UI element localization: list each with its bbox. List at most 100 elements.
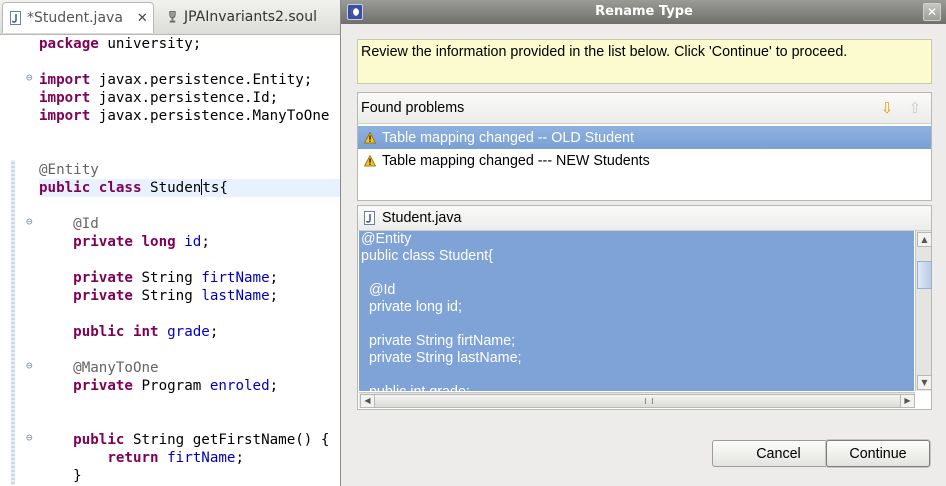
scroll-thumb[interactable] [917,261,932,289]
java-file-icon [10,11,21,25]
code-line[interactable] [39,143,340,161]
code-line[interactable]: public int grade; [39,323,340,341]
found-problems-panel: Found problems ⇩ ⇧ Table mapping changed… [357,92,932,201]
found-problems-label: Found problems [361,100,465,116]
tab-label: JPAInvariants2.soul [184,9,317,25]
code-line[interactable] [39,395,340,413]
found-problems-header: Found problems ⇩ ⇧ [358,93,931,124]
code-line[interactable] [39,251,340,269]
editor-gutter: ⊖ ⊖ ⊖ ⊖ [0,35,34,486]
code-token: firtName [167,450,236,466]
code-token: ; [201,234,210,250]
code-line[interactable]: @ManyToOne [39,359,340,377]
scroll-thumb[interactable] [374,394,901,408]
code-token: private [73,378,133,394]
code-token: import [39,108,91,124]
change-ruler [11,160,15,485]
code-token: ; [269,288,279,304]
rename-type-dialog: Rename Type ✕ Review the information pro… [340,0,946,486]
code-token: ; [235,450,245,466]
code-line[interactable]: public String getFirstName() { [39,431,340,449]
preview-line: private long id; [361,299,462,315]
code-line[interactable]: package university; [39,35,340,53]
code-token: private [73,234,133,250]
scroll-left-icon[interactable]: ◀ [360,394,375,408]
code-token: public [73,432,125,448]
vertical-scrollbar[interactable]: ▲ ▼ [915,231,932,391]
code-line[interactable] [39,125,340,143]
code-line[interactable]: import javax.persistence.Entity; [39,71,340,89]
code-token: private [73,270,133,286]
continue-button[interactable]: Continue [826,440,930,467]
horizontal-scrollbar[interactable]: ◀ ▶ [359,392,915,408]
code-line[interactable]: private long id; [39,233,340,251]
code-token: import [39,72,91,88]
source-preview-panel: Student.java @Entity public class Student… [357,205,932,410]
problem-label: Table mapping changed -- OLD Student [382,129,634,146]
code-token: enroled [209,378,270,394]
previous-problem-icon[interactable]: ⇧ [907,99,923,117]
soul-file-icon [167,10,178,24]
scroll-up-icon[interactable]: ▲ [917,232,932,247]
preview-line [359,316,914,333]
tab-jpainvariants2-soul[interactable]: JPAInvariants2.soul [160,2,340,32]
code-token: import [39,90,91,106]
code-area[interactable]: package university; import javax.persiste… [39,35,340,486]
code-line[interactable]: private String firtName; [39,269,340,287]
close-dialog-button[interactable]: ✕ [923,3,941,21]
preview-text[interactable]: @Entity public class Student{ @Id private… [359,231,914,391]
code-token: package [39,36,99,52]
warning-icon [364,154,376,167]
code-line[interactable]: @Id [39,215,340,233]
code-line[interactable] [39,413,340,431]
code-token: university; [98,36,202,52]
fold-collapse-icon[interactable]: ⊖ [26,215,33,228]
preview-line: public class Student{ [361,248,493,264]
code-line[interactable]: } [39,467,340,485]
code-token: lastName [201,288,270,304]
code-line[interactable]: import javax.persistence.ManyToOne [39,107,340,125]
fold-collapse-icon[interactable]: ⊖ [26,71,33,84]
code-token: String [132,288,202,304]
code-line[interactable]: return firtName; [39,449,340,467]
problem-row[interactable]: Table mapping changed -- OLD Student [358,126,931,149]
code-line[interactable] [39,197,340,215]
code-token: javax.persistence.ManyToOne [90,108,330,124]
code-line[interactable] [39,341,340,359]
code-line[interactable] [39,305,340,323]
code-token: @ManyToOne [39,360,159,376]
info-message-box: Review the information provided in the l… [357,39,932,84]
code-line[interactable]: import javax.persistence.Id; [39,89,340,107]
code-token: } [39,468,82,484]
code-token: grade [167,324,210,340]
code-line[interactable]: private String lastName; [39,287,340,305]
tab-student-java[interactable]: *Student.java ✕ [2,2,154,33]
next-problem-icon[interactable]: ⇩ [879,99,895,117]
code-token: @Entity [39,162,99,178]
preview-file-label: Student.java [382,210,462,226]
code-line[interactable]: @Entity [39,161,340,179]
code-line[interactable] [39,53,340,71]
close-tab-icon[interactable]: ✕ [137,11,148,26]
code-token: class [98,180,142,196]
code-token: public [73,324,125,340]
preview-line [359,367,914,384]
scroll-down-icon[interactable]: ▼ [917,375,932,390]
fold-collapse-icon[interactable]: ⊖ [26,359,33,372]
code-token: private [73,288,133,304]
code-line[interactable]: public class Students{ [39,179,340,197]
code-token: ; [269,378,279,394]
scroll-right-icon[interactable]: ▶ [900,394,915,408]
code-token: long [141,234,176,250]
code-token: Program [132,378,210,394]
preview-line: private String lastName; [361,350,522,366]
fold-collapse-icon[interactable]: ⊖ [26,431,33,444]
problem-row[interactable]: Table mapping changed --- NEW Students [358,149,931,172]
code-line[interactable]: private Program enroled; [39,377,340,395]
